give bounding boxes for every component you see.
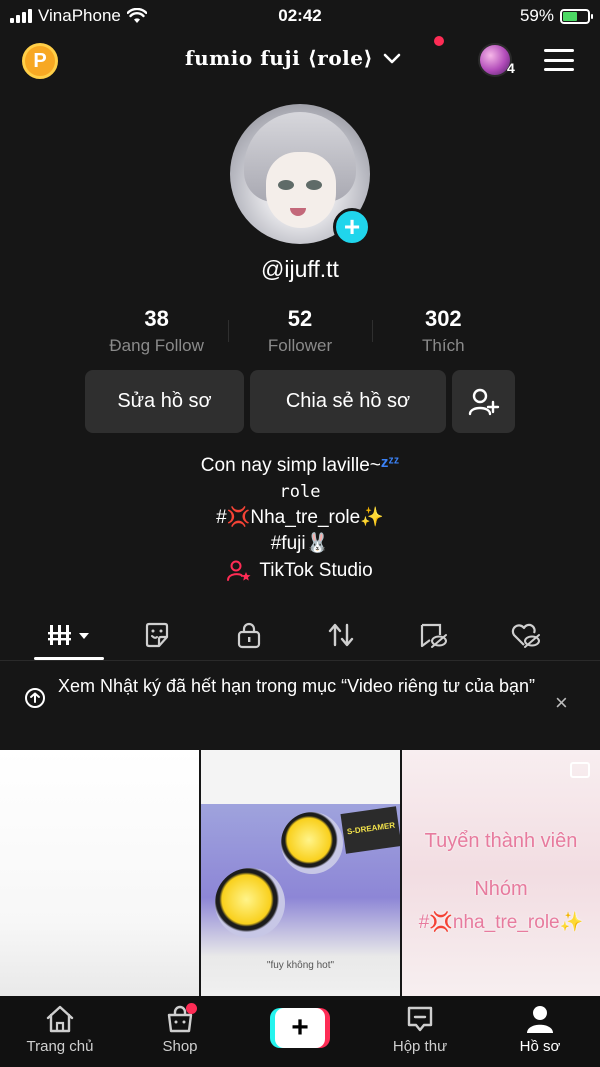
hidden-heart-icon (511, 623, 540, 648)
nav-create[interactable]: + (240, 1004, 360, 1048)
points-badge-icon[interactable]: P (22, 43, 58, 79)
plus-icon: + (275, 1008, 325, 1048)
expired-stories-notice[interactable]: Xem Nhật ký đã hết hạn trong mục “Video … (0, 675, 600, 714)
battery-fill (563, 11, 578, 21)
nav-label: Shop (162, 1038, 198, 1055)
status-bar: VinaPhone 02:42 59% (0, 0, 600, 32)
video-caption: "fuy không hot" (266, 960, 335, 971)
video-grid: S-DREAMER "fuy không hot" Tuyển thành vi… (0, 750, 600, 996)
tab-hidden-likes[interactable] (481, 612, 571, 658)
status-right: 59% (519, 6, 593, 26)
wifi-icon (126, 8, 147, 23)
bio-line: #💢Nha_tre_role✨ (216, 507, 384, 528)
studio-label: TikTok Studio (259, 560, 373, 581)
nav-label: Hồ sơ (519, 1038, 561, 1055)
tab-videos[interactable] (34, 612, 104, 660)
add-user-icon (468, 388, 499, 415)
status-left: VinaPhone (10, 6, 147, 26)
bio-line: #fuji🐰 (270, 533, 330, 554)
inbox-icon (407, 1006, 433, 1032)
sticker-text: S-DREAMER (346, 820, 396, 837)
nav-inbox[interactable]: Hộp thư (360, 1004, 480, 1055)
tab-stickers[interactable] (117, 612, 197, 658)
tab-hidden-favorites[interactable] (385, 612, 481, 658)
add-story-button[interactable]: + (333, 208, 371, 246)
video-thumbnail[interactable] (0, 750, 199, 996)
photo-icon (570, 762, 590, 778)
bottom-nav: Trang chủ Shop + Hộp thư Hồ sơ (0, 996, 600, 1067)
stat-followers[interactable]: 52 Follower (228, 306, 371, 356)
tab-reposts[interactable] (297, 612, 385, 658)
stat-value: 52 (287, 306, 313, 331)
notification-dot (186, 1003, 197, 1014)
username: @ijuff.tt (261, 256, 339, 282)
create-button[interactable]: + (270, 1008, 330, 1048)
share-profile-button[interactable]: Chia sẻ hồ sơ (250, 370, 446, 433)
nav-home[interactable]: Trang chủ (0, 1004, 120, 1055)
profile-stats: 38 Đang Follow 52 Follower 302 Thích (85, 306, 515, 356)
profile-tabs (0, 612, 600, 660)
tiktok-studio-link[interactable]: TikTok Studio (0, 560, 600, 582)
notification-dot (434, 36, 444, 46)
notice-text: Xem Nhật ký đã hết hạn trong mục “Video … (58, 676, 535, 696)
video-thumbnail[interactable]: Tuyển thành viên Nhóm #💢nha_tre_role✨ (402, 750, 600, 996)
overlay-text: #💢nha_tre_role✨ (418, 912, 584, 933)
sticker-icon (145, 622, 169, 648)
nav-label: Hộp thư (392, 1038, 448, 1055)
zzz-emoji: zᶻᶻ (380, 454, 400, 471)
lock-icon (237, 622, 261, 649)
nav-label: Trang chủ (26, 1038, 94, 1055)
profile-icon (527, 1006, 553, 1033)
nav-shop[interactable]: Shop (120, 1003, 240, 1055)
stat-label: Thích (422, 336, 465, 355)
add-friend-button[interactable] (452, 370, 515, 433)
account-switcher[interactable]: fumio fuji ⟨role⟩ (185, 46, 403, 70)
stat-label: Đang Follow (109, 336, 204, 355)
bio-line: Con nay simp laville~zᶻᶻ (0, 450, 600, 479)
overlay-text: Nhóm (474, 878, 528, 900)
battery-percent: 59% (519, 6, 554, 25)
bio-text: Con nay simp laville~ (200, 455, 381, 476)
stat-value: 38 (144, 306, 169, 331)
home-icon (46, 1005, 74, 1033)
overlay-text: Tuyển thành viên (424, 830, 578, 852)
signal-icon (10, 9, 32, 23)
hidden-bookmark-icon (420, 623, 447, 648)
stat-likes[interactable]: 302 Thích (371, 306, 515, 356)
sticker-graphic: S-DREAMER (340, 806, 400, 854)
profile-header: P fumio fuji ⟨role⟩ 4 (0, 36, 600, 86)
stat-following[interactable]: 38 Đang Follow (85, 306, 228, 356)
carrier-name: VinaPhone (38, 6, 121, 25)
stat-label: Follower (267, 336, 333, 355)
chevron-down-icon (383, 53, 401, 64)
grid-icon (48, 625, 89, 645)
menu-icon[interactable] (544, 49, 574, 71)
nav-profile[interactable]: Hồ sơ (480, 1004, 600, 1055)
creator-star-icon (227, 560, 251, 581)
upload-clock-icon (25, 688, 45, 708)
story-count: 4 (507, 60, 515, 76)
bio-line: role (279, 482, 321, 502)
close-icon[interactable]: × (555, 692, 568, 714)
tab-private[interactable] (201, 612, 297, 658)
tab-divider (0, 660, 600, 661)
video-thumbnail[interactable]: S-DREAMER "fuy không hot" (201, 750, 400, 996)
edit-profile-button[interactable]: Sửa hồ sơ (85, 370, 244, 433)
profile-title: fumio fuji ⟨role⟩ (185, 46, 374, 70)
stat-value: 302 (424, 306, 462, 331)
battery-icon (560, 8, 593, 24)
repost-icon (328, 623, 354, 647)
bio: Con nay simp laville~zᶻᶻ role #💢Nha_tre_… (0, 450, 600, 557)
